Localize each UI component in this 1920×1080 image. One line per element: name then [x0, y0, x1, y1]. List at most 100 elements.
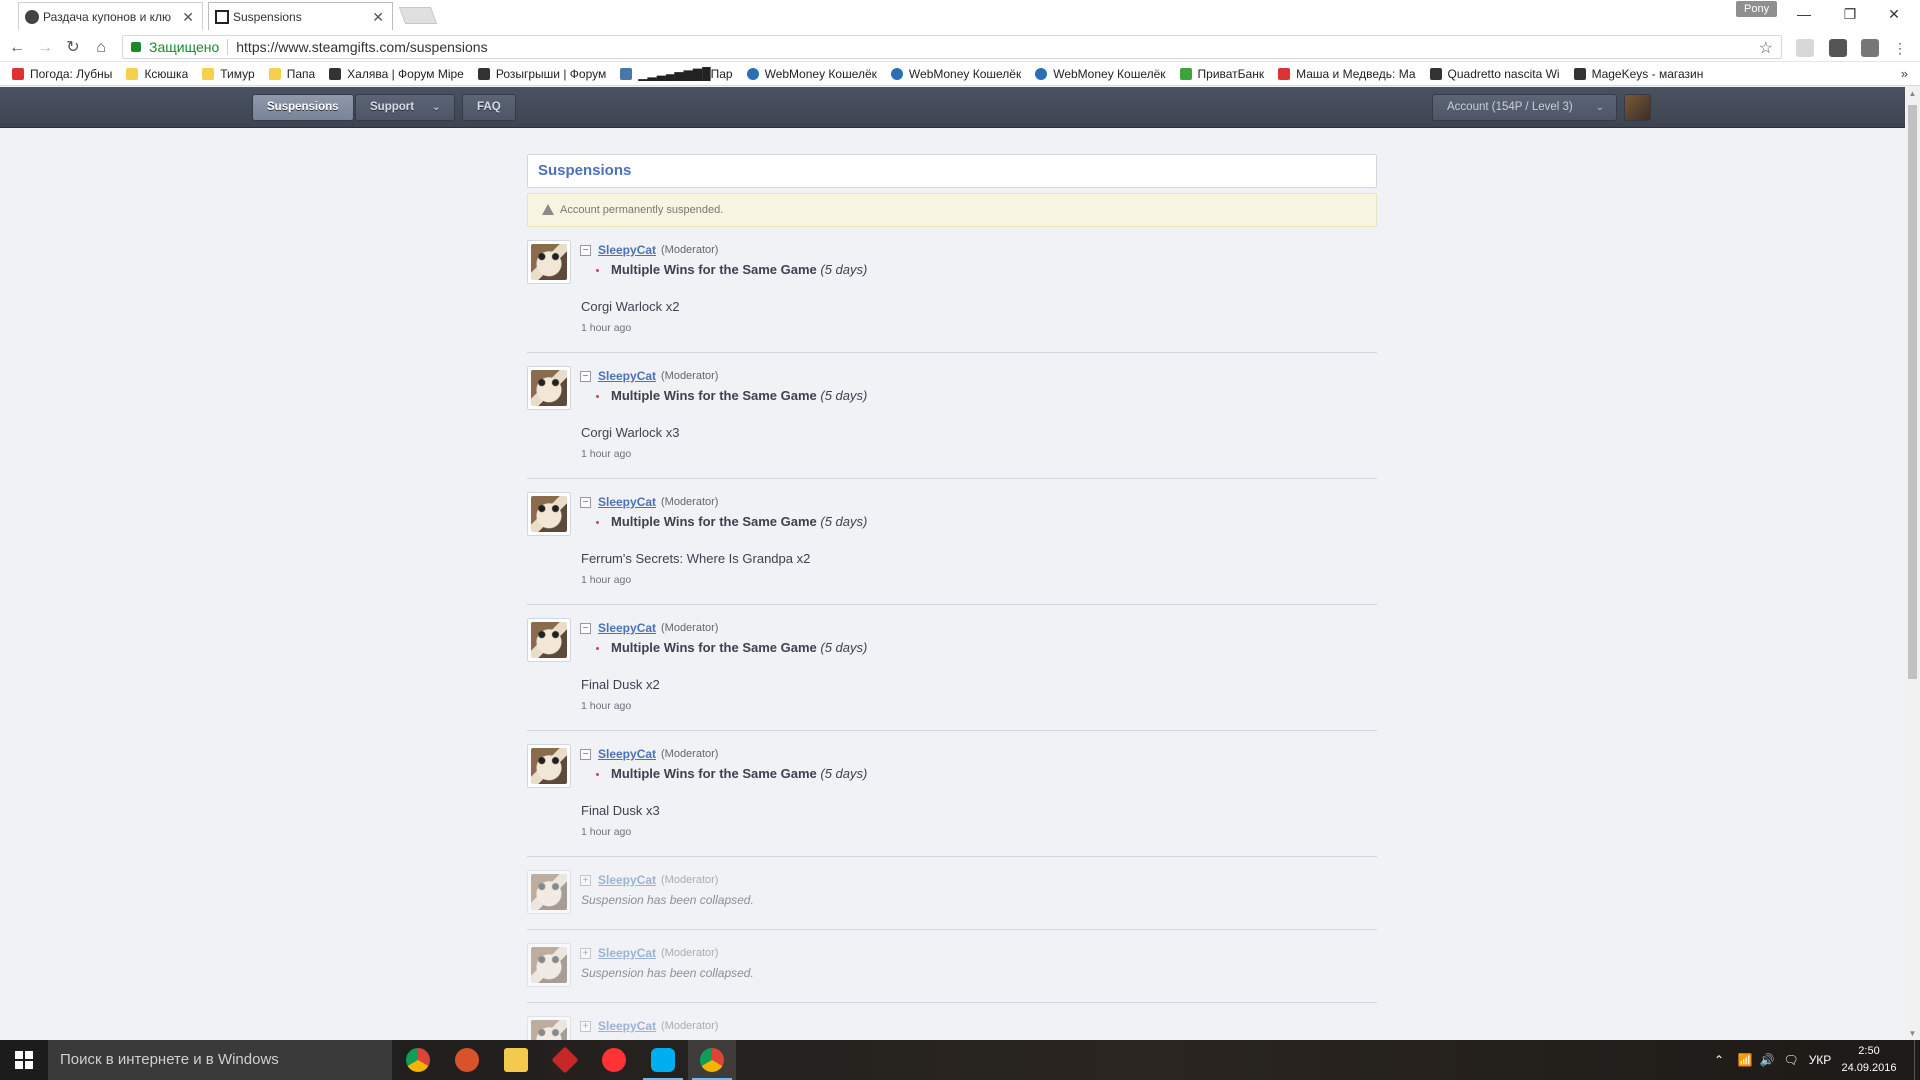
app-taskbar-icon[interactable] [541, 1040, 589, 1080]
moderator-username-link[interactable]: SleepyCat [598, 243, 656, 257]
ccleaner-taskbar-icon[interactable] [443, 1040, 491, 1080]
bookmark-item[interactable]: WebMoney Кошелёк [1035, 67, 1166, 81]
bookmark-item[interactable]: Погода: Лубны [12, 67, 112, 81]
clock-date: 24.09.2016 [1841, 1062, 1897, 1074]
new-tab-button[interactable] [398, 7, 438, 24]
collapse-toggle-icon[interactable]: − [580, 371, 591, 382]
timestamp: 1 hour ago [581, 574, 632, 586]
bookmark-item[interactable]: ПриватБанк [1179, 67, 1264, 81]
chrome-taskbar-icon[interactable] [394, 1040, 442, 1080]
reload-icon[interactable]: ↻ [62, 37, 84, 59]
chrome-active-taskbar-icon[interactable] [688, 1040, 736, 1080]
network-icon[interactable]: 📶 [1734, 1040, 1756, 1080]
forward-arrow-icon[interactable]: → [34, 37, 56, 59]
nav-support-label: Support [370, 101, 415, 113]
moderator-avatar[interactable] [527, 943, 571, 987]
expand-toggle-icon[interactable]: + [580, 875, 591, 886]
forum-favicon-icon [25, 10, 39, 24]
expand-toggle-icon[interactable]: + [580, 948, 591, 959]
collapse-toggle-icon[interactable]: − [580, 623, 591, 634]
moderator-avatar[interactable] [527, 366, 571, 410]
moderator-username-link[interactable]: SleepyCat [598, 946, 656, 960]
bookmark-item[interactable]: WebMoney Кошелёк [746, 67, 877, 81]
account-dropdown-button[interactable]: Account (154P / Level 3) ⌄ [1432, 94, 1617, 121]
reason-bullet-icon [596, 647, 599, 650]
user-avatar[interactable] [1624, 94, 1651, 121]
language-indicator[interactable]: УКР [1804, 1040, 1836, 1080]
coupon-extension-icon[interactable] [1796, 39, 1814, 57]
expand-toggle-icon[interactable]: + [580, 1021, 591, 1032]
file-explorer-taskbar-icon[interactable] [492, 1040, 540, 1080]
cat-avatar-image [531, 622, 567, 658]
moderator-avatar[interactable] [527, 492, 571, 536]
collapse-toggle-icon[interactable]: − [580, 245, 591, 256]
url-text[interactable]: https://www.steamgifts.com/suspensions [236, 39, 487, 55]
back-arrow-icon[interactable]: ← [6, 37, 28, 59]
nav-suspensions-button[interactable]: Suspensions [252, 94, 354, 121]
bookmark-folder[interactable]: Тимур [202, 67, 255, 81]
moderator-username-link[interactable]: SleepyCat [598, 1019, 656, 1033]
suspension-entry: − SleepyCat (Moderator) Multiple Wins fo… [527, 605, 1377, 731]
moderator-username-link[interactable]: SleepyCat [598, 621, 656, 635]
moderator-username-link[interactable]: SleepyCat [598, 873, 656, 887]
tab-close-icon[interactable]: ✕ [372, 9, 384, 26]
bookmark-item[interactable]: Quadretto nascita Wi [1429, 67, 1560, 81]
scrollbar-thumb[interactable] [1908, 105, 1917, 679]
moderator-username-link[interactable]: SleepyCat [598, 747, 656, 761]
moderator-avatar[interactable] [527, 870, 571, 914]
minimize-window-icon[interactable]: — [1784, 4, 1824, 24]
game-title: Corgi Warlock x2 [581, 299, 680, 314]
tray-overflow-icon[interactable]: ⌃ [1708, 1040, 1730, 1080]
chrome-icon [406, 1048, 430, 1072]
moderator-avatar[interactable] [527, 240, 571, 284]
collapse-toggle-icon[interactable]: − [580, 497, 591, 508]
browser-tab-active[interactable]: Suspensions ✕ [208, 2, 393, 30]
shop-icon [1429, 67, 1442, 80]
steam-extension-icon[interactable] [1829, 39, 1847, 57]
extension-icon[interactable] [1861, 39, 1879, 57]
reason-text: Multiple Wins for the Same Game [611, 514, 817, 529]
collapse-toggle-icon[interactable]: − [580, 749, 591, 760]
bookmark-item[interactable]: Розыгрыши | Форум [477, 67, 606, 81]
notifications-icon[interactable]: 🗨 [1780, 1040, 1802, 1080]
bookmark-item[interactable]: WebMoney Кошелёк [890, 67, 1021, 81]
page-scrollbar[interactable]: ▲ ▼ [1905, 87, 1920, 1040]
bookmark-star-icon[interactable]: ☆ [1759, 38, 1773, 58]
scroll-down-arrow-icon[interactable]: ▼ [1905, 1029, 1920, 1038]
taskbar-search-input[interactable]: Поиск в интернете и в Windows [48, 1040, 392, 1080]
suspension-duration: (5 days) [820, 766, 868, 781]
browser-tab[interactable]: Раздача купонов и клю ✕ [18, 2, 203, 30]
skype-taskbar-icon[interactable] [639, 1040, 687, 1080]
moderator-avatar[interactable] [527, 744, 571, 788]
bookmark-item[interactable]: ▁▂▃▄▅▆▇█Пар [620, 67, 733, 81]
close-window-icon[interactable]: ✕ [1874, 4, 1914, 24]
suspension-entry: − SleepyCat (Moderator) Multiple Wins fo… [527, 227, 1377, 353]
volume-icon[interactable]: 🔊 [1756, 1040, 1778, 1080]
nav-support-button[interactable]: Support ⌄ [355, 94, 456, 121]
address-bar[interactable]: Защищено https://www.steamgifts.com/susp… [122, 35, 1782, 59]
bookmark-item[interactable]: Халява | Форум Міре [329, 67, 464, 81]
home-icon[interactable]: ⌂ [90, 37, 112, 59]
bookmark-folder[interactable]: Ксюшка [126, 67, 188, 81]
bookmark-label: MageKeys - магазин [1591, 66, 1704, 81]
bookmarks-overflow-button[interactable]: » [1901, 66, 1908, 81]
scroll-up-arrow-icon[interactable]: ▲ [1905, 89, 1920, 98]
taskbar-clock[interactable]: 2:50 24.09.2016 [1838, 1043, 1900, 1077]
show-desktop-button[interactable] [1914, 1040, 1920, 1080]
moderator-avatar[interactable] [527, 618, 571, 662]
start-button[interactable] [0, 1040, 48, 1080]
tab-close-icon[interactable]: ✕ [182, 9, 194, 26]
moderator-username-link[interactable]: SleepyCat [598, 369, 656, 383]
bookmark-item[interactable]: Маша и Медведь: Ма [1278, 67, 1416, 81]
chrome-menu-icon[interactable]: ⋮ [1893, 39, 1907, 57]
suspension-reason: Multiple Wins for the Same Game (5 days) [611, 388, 867, 403]
moderator-username-link[interactable]: SleepyCat [598, 495, 656, 509]
nav-faq-button[interactable]: FAQ [462, 94, 516, 121]
bookmark-label: Погода: Лубны [30, 66, 113, 81]
yandex-taskbar-icon[interactable] [590, 1040, 638, 1080]
profile-button[interactable]: Pony [1736, 1, 1778, 17]
restore-window-icon[interactable]: ❐ [1830, 4, 1870, 24]
folder-icon [126, 67, 139, 80]
bookmark-item[interactable]: MageKeys - магазин [1573, 66, 1704, 81]
bookmark-folder[interactable]: Папа [268, 67, 315, 81]
